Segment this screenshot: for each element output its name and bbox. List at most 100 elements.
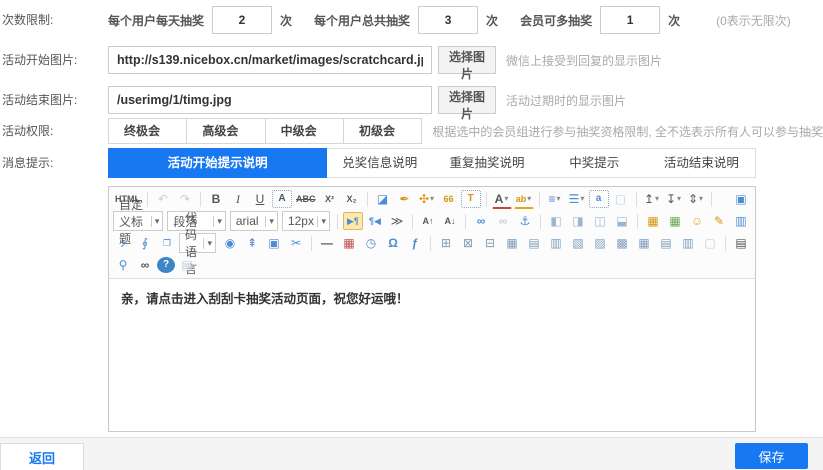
limit-count-input[interactable] [212,6,272,34]
save-button[interactable]: 保存 [735,443,808,469]
end-image-input[interactable] [108,86,432,114]
insert-row-icon[interactable]: ▧ [568,234,588,252]
link-icon[interactable]: ∞ [471,212,491,230]
permission-row: 活动权限: 终极会员高级会员中级会员初级会员 根据选中的会员组进行参与抽奖资格限… [0,118,823,144]
ordered-list-icon[interactable]: ≡ [545,190,565,208]
toolbar-separator [636,192,637,207]
code-combo[interactable]: 代码语言 [179,233,216,253]
table-caption-icon[interactable]: ⊟ [480,234,500,252]
eraser-icon[interactable]: ◪ [373,190,393,208]
delete-row-icon[interactable]: ▨ [590,234,610,252]
indent-first-icon[interactable]: ↥ [642,190,662,208]
style-combo[interactable]: 自定义标题 [113,211,163,231]
print-icon[interactable]: ▤ [731,234,751,252]
back-button[interactable]: 返回 [0,443,84,470]
member-level-button[interactable]: 终极会员 [108,118,187,144]
delete-col-icon[interactable]: ▦ [634,234,654,252]
insert-code-icon[interactable]: ❐ [157,234,177,252]
ltr-paragraph-icon[interactable]: ▶¶ [343,212,363,230]
anchor-icon[interactable]: ⚓ [515,212,535,230]
start-image-select-button[interactable]: 选择图片 [438,46,496,74]
split-cells-icon[interactable]: ▥ [546,234,566,252]
undo-icon: ↶ [153,190,173,208]
iframe-icon[interactable]: ▣ [264,234,284,252]
subscript-icon[interactable]: X₂ [342,190,362,208]
auto-typeset-icon[interactable]: ✣ [417,190,437,208]
end-image-row: 活动结束图片: 选择图片 活动过期时的显示图片 [0,86,823,116]
indent-icon[interactable]: ≫ [387,212,407,230]
image-align-inline-icon[interactable]: ◫ [590,212,610,230]
start-image-row: 活动开始图片: 选择图片 微信上接受到回复的显示图片 [0,46,823,76]
horizontal-rule-icon[interactable]: — [317,234,337,252]
table-title-icon[interactable]: ▦ [502,234,522,252]
limit-unit: 次 [280,12,292,29]
help-icon[interactable]: ? [157,257,175,273]
paste-icon: ▤ [177,256,197,274]
paragraph-spacing-icon[interactable]: ↧ [664,190,684,208]
message-tab[interactable]: 重复抽奖说明 [433,149,540,177]
toolbar-row-4: ⚲∞?▤ [113,254,751,276]
map-icon[interactable]: ◉ [220,234,240,252]
message-tab[interactable]: 活动开始提示说明 [108,148,327,178]
toolbar-separator [725,236,726,251]
insert-image-icon[interactable]: ▦ [643,212,663,230]
member-level-button[interactable]: 初级会员 [343,118,422,144]
merge-cells-icon[interactable]: ▤ [524,234,544,252]
emoji-icon[interactable]: ☺ [687,212,707,230]
toolbar-separator [539,192,540,207]
message-tab[interactable]: 活动结束说明 [648,149,755,177]
message-tabs: 活动开始提示说明兑奖信息说明重复抽奖说明中奖提示活动结束说明 [108,148,756,178]
insert-video-icon[interactable]: ▥ [731,212,751,230]
lowercase-icon[interactable]: A↓ [440,212,460,230]
font-combo[interactable]: arial [230,211,278,231]
size-combo[interactable]: 12px [282,211,330,231]
image-align-default-icon[interactable]: ◧ [546,212,566,230]
underline-icon[interactable]: U [250,190,270,208]
editor-content[interactable]: 亲，请点击进入刮刮卡抽奖活动页面，祝您好运哦！ [109,279,755,431]
delete-table-icon[interactable]: ⊠ [458,234,478,252]
italic-icon[interactable]: I [228,190,248,208]
insert-col-icon[interactable]: ▩ [612,234,632,252]
member-level-button[interactable]: 中级会员 [265,118,344,144]
line-spacing-icon[interactable]: ⇕ [686,190,706,208]
unordered-list-icon[interactable]: ☰ [567,190,587,208]
uppercase-icon[interactable]: A↑ [418,212,438,230]
music-icon[interactable]: ♪ [113,234,133,252]
fullscreen-icon[interactable]: ▣ [731,190,751,208]
limit-count-input[interactable] [600,6,660,34]
multi-image-icon[interactable]: ▦ [665,212,685,230]
attachment-icon[interactable]: ∮ [135,234,155,252]
paste-plain-icon[interactable]: T [461,190,481,208]
highlight-color-icon[interactable]: ab [514,190,534,209]
image-align-left-icon[interactable]: ◨ [568,212,588,230]
limit-count-input[interactable] [418,6,478,34]
font-border-icon[interactable]: A [272,190,292,208]
image-align-center-icon[interactable]: ⬓ [612,212,632,230]
anchor-label-icon[interactable]: a [589,190,609,208]
editor-toolbar: HTML↶↷BIUAABCX²X₂◪✒✣66TAab≡☰a▢↥↧⇕▣ 自定义标题… [109,187,755,279]
insert-date-icon[interactable]: ▦ [339,234,359,252]
start-image-input[interactable] [108,46,432,74]
blockquote-icon[interactable]: 66 [439,190,459,208]
message-tab[interactable]: 兑奖信息说明 [326,149,433,177]
merge-right-icon[interactable]: ▤ [656,234,676,252]
bold-icon[interactable]: B [206,190,226,208]
format-brush-icon[interactable]: ✒ [395,190,415,208]
message-tab[interactable]: 中奖提示 [541,149,648,177]
special-char-icon[interactable]: Ω [383,234,403,252]
search-replace-icon[interactable]: ⚲ [113,256,133,274]
formula-icon[interactable]: ƒ [405,234,425,252]
snapscreen-icon[interactable]: ✂ [286,234,306,252]
scrawl-icon[interactable]: ✎ [709,212,729,230]
insert-time-icon[interactable]: ◷ [361,234,381,252]
superscript-icon[interactable]: X² [320,190,340,208]
insert-table-icon[interactable]: ⊞ [436,234,456,252]
pagebreak-icon[interactable]: ⇞ [242,234,262,252]
end-image-select-button[interactable]: 选择图片 [438,86,496,114]
strikethrough-icon[interactable]: ABC [294,190,318,208]
font-color-icon[interactable]: A [492,190,512,209]
merge-down-icon[interactable]: ▥ [678,234,698,252]
rtl-paragraph-icon[interactable]: ¶◀ [365,212,385,230]
find-icon[interactable]: ∞ [135,256,155,274]
member-level-button[interactable]: 高级会员 [186,118,265,144]
